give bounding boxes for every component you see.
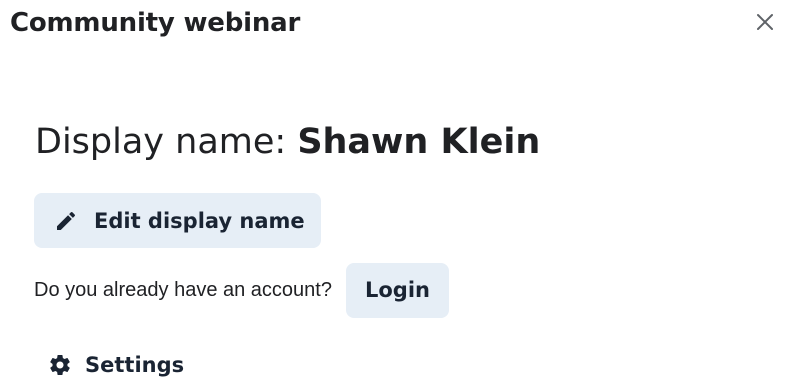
login-button[interactable]: Login xyxy=(345,262,449,318)
settings-button[interactable]: Settings xyxy=(48,348,184,381)
webinar-dialog: Community webinar Display name: Shawn Kl… xyxy=(0,0,788,381)
account-row: Do you already have an account? Login xyxy=(34,262,449,318)
gear-icon xyxy=(48,353,72,377)
dialog-title: Community webinar xyxy=(10,8,301,38)
close-button[interactable] xyxy=(748,5,782,39)
close-icon xyxy=(756,13,774,31)
edit-display-name-button[interactable]: Edit display name xyxy=(34,193,321,248)
display-name-value: Shawn Klein xyxy=(297,122,541,162)
display-name-prefix: Display name: xyxy=(35,122,298,162)
edit-display-name-label: Edit display name xyxy=(94,208,305,233)
pencil-icon xyxy=(54,209,78,233)
settings-label: Settings xyxy=(85,353,185,377)
display-name-heading: Display name: Shawn Klein xyxy=(35,122,540,162)
account-prompt: Do you already have an account? xyxy=(34,278,332,301)
